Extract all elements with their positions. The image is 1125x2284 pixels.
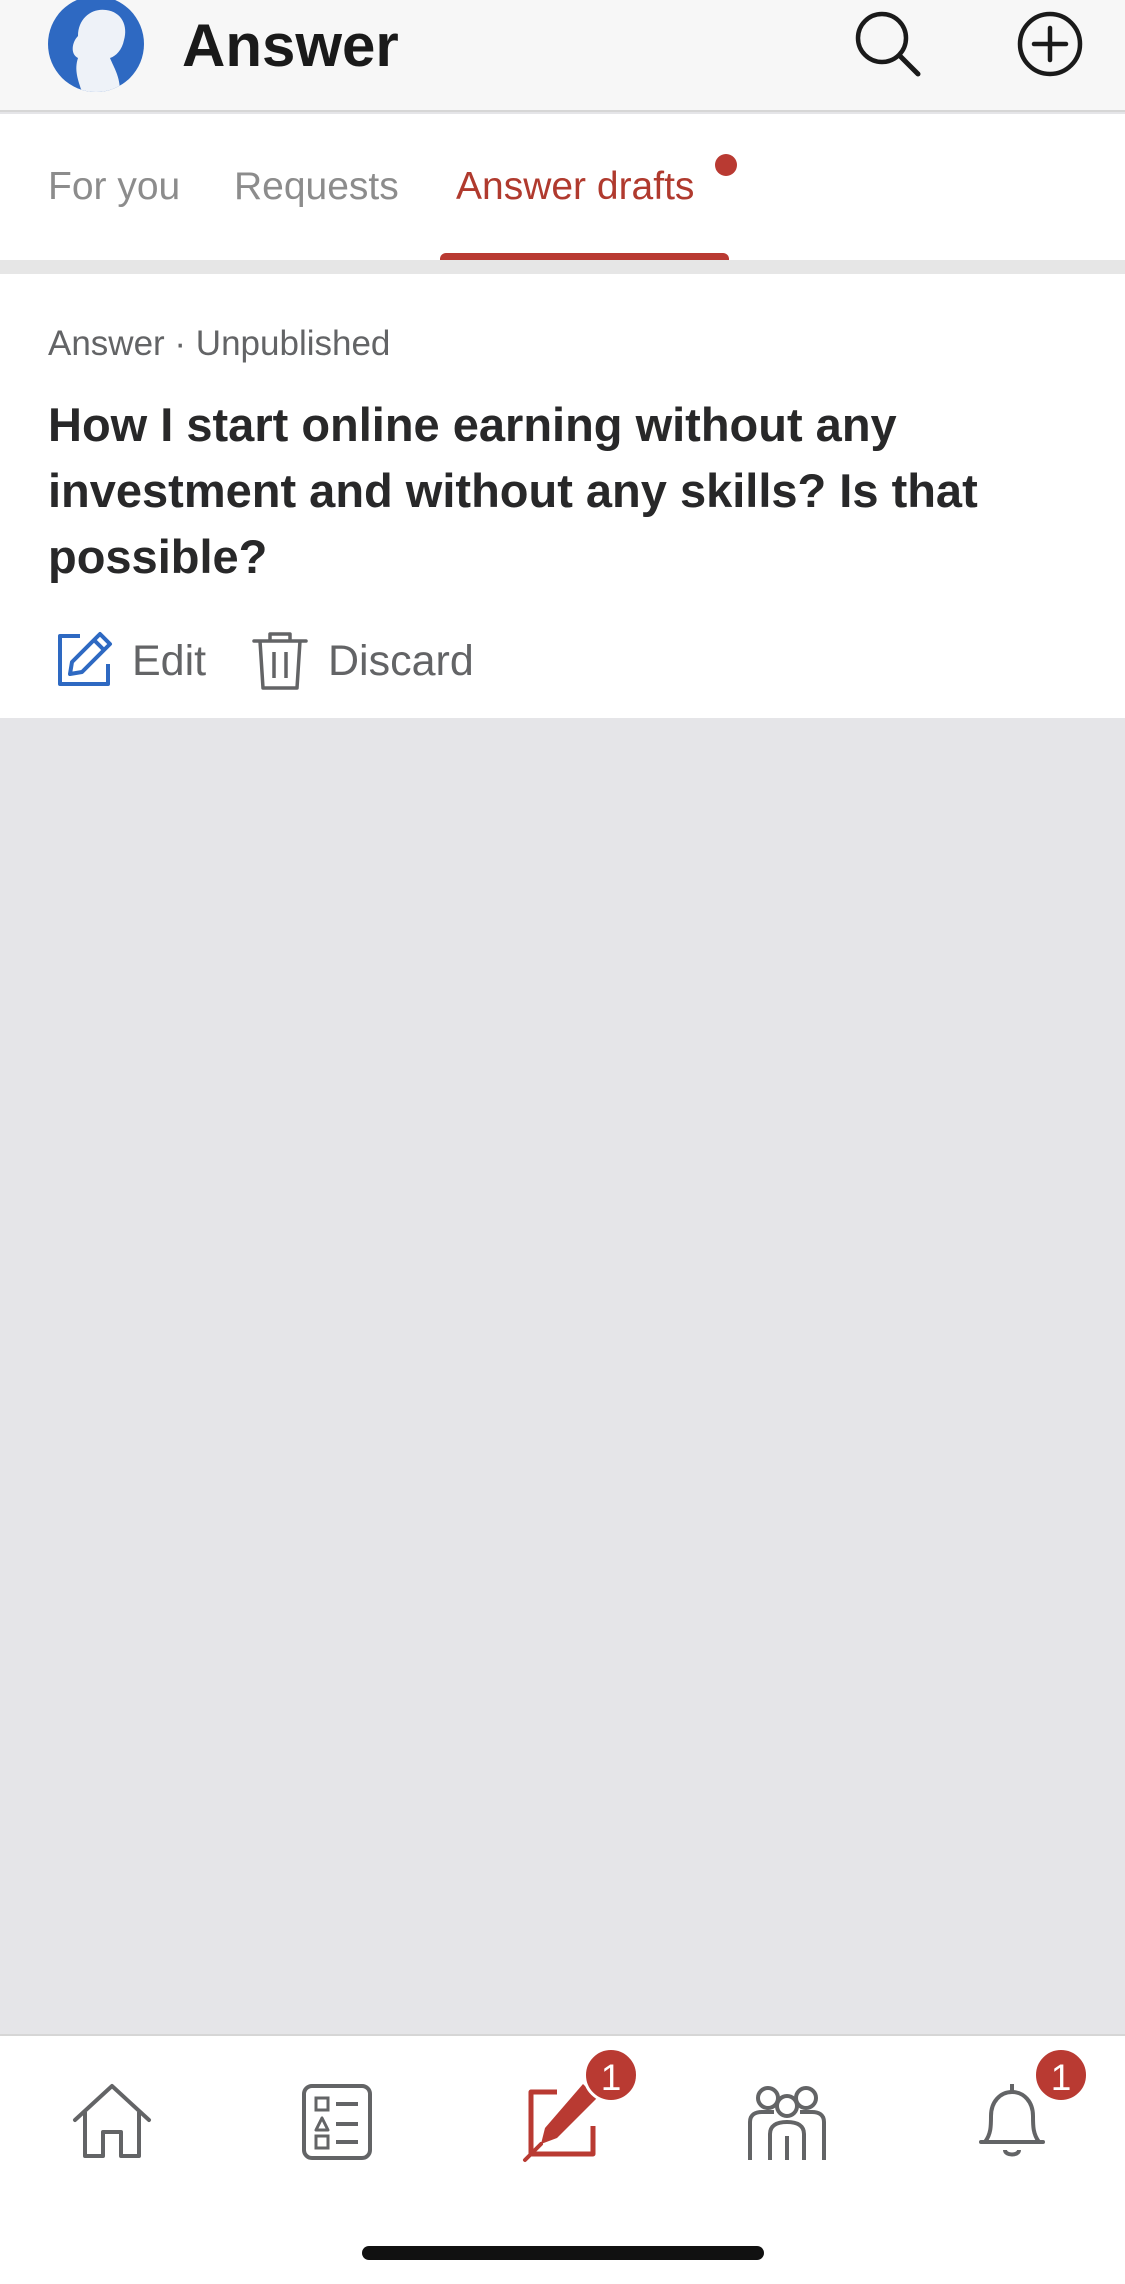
search-icon [855, 11, 921, 77]
tab-bar: For you Requests Answer drafts [0, 114, 1125, 262]
profile-avatar[interactable] [48, 0, 144, 92]
draft-status: Answer · Unpublished [48, 324, 391, 363]
edit-pencil-icon [58, 632, 112, 686]
tab-answer-drafts[interactable]: Answer drafts [456, 162, 694, 212]
home-indicator [362, 2246, 764, 2260]
add-button[interactable] [1012, 6, 1088, 82]
discard-button[interactable]: Discard [244, 626, 504, 696]
home-icon [73, 2084, 151, 2158]
page-title: Answer [182, 12, 399, 79]
edit-label: Edit [132, 637, 207, 685]
notifications-badge: 1 [1033, 2047, 1089, 2103]
following-list-icon [302, 2084, 372, 2160]
tab-for-you[interactable]: For you [48, 162, 180, 212]
trash-icon [252, 632, 308, 690]
divider [0, 260, 1125, 274]
nav-home[interactable] [67, 2076, 157, 2166]
draft-actions: Edit Discard [48, 626, 648, 696]
discard-label: Discard [328, 637, 474, 685]
tab-requests[interactable]: Requests [234, 162, 399, 212]
user-silhouette-avatar-icon [72, 9, 126, 92]
edit-button[interactable]: Edit [48, 626, 218, 696]
draft-question-title[interactable]: How I start online earning without any i… [48, 392, 1078, 590]
search-button[interactable] [850, 6, 926, 82]
nav-following[interactable] [292, 2076, 382, 2166]
new-drafts-dot [715, 154, 737, 176]
plus-circle-icon [1017, 11, 1083, 77]
spaces-people-icon [748, 2086, 826, 2160]
nav-spaces[interactable] [742, 2076, 832, 2166]
app-header: Answer [0, 0, 1125, 112]
draft-card: Answer · Unpublished How I start online … [0, 274, 1125, 718]
answer-badge: 1 [583, 2047, 639, 2103]
